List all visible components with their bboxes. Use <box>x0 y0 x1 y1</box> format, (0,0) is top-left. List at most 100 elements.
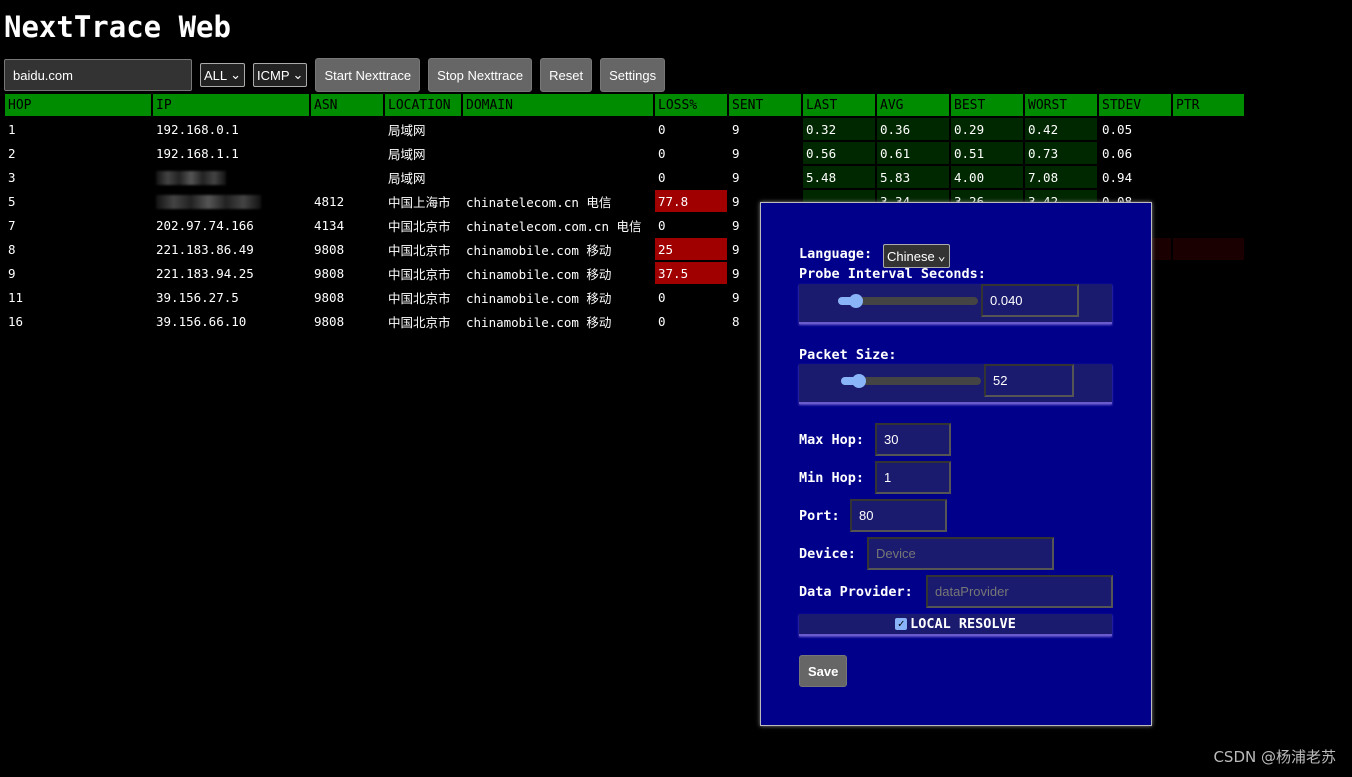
interval-slider-thumb[interactable] <box>849 294 864 308</box>
cell-domain <box>463 142 653 164</box>
column-header: DOMAIN <box>463 94 653 116</box>
cell-asn: 9808 <box>314 241 345 257</box>
ip-mode-value: ALL <box>204 67 228 83</box>
cell-last: 0.56 <box>803 142 875 164</box>
column-header: LOSS% <box>655 94 727 116</box>
cell-loc: 局域网 <box>388 170 426 186</box>
cell-ip: 192.168.0.1 <box>156 121 239 137</box>
cell-asn <box>311 118 383 140</box>
cell-ptr <box>1173 142 1244 164</box>
cell-hop: 1 <box>8 121 16 137</box>
cell-loc: 中国北京市 <box>388 218 451 234</box>
local-resolve-label: LOCAL RESOLVE <box>910 616 1016 632</box>
cell-last: 5.48 <box>803 166 875 188</box>
cell-loss: 0 <box>658 217 666 233</box>
protocol-value: ICMP <box>257 67 290 83</box>
cell-ptr <box>1173 190 1244 212</box>
cell-loss: 0 <box>658 145 666 161</box>
table-row: 1 192.168.0.1 局域网 0 9 0.32 0.36 0.29 0.42 0.05 <box>5 118 1244 140</box>
cell-loc: 中国北京市 <box>388 314 451 330</box>
device-input[interactable]: Device <box>867 537 1054 570</box>
cell-avg: 0.61 <box>877 142 949 164</box>
cell-avg: 0.36 <box>877 118 949 140</box>
packet-size-slider[interactable] <box>841 374 981 388</box>
cell-hop: 5 <box>8 193 16 209</box>
cell-asn: 9808 <box>314 313 345 329</box>
cell-stdev: 0.94 <box>1102 169 1133 185</box>
packet-size-input[interactable]: 52 <box>984 364 1074 397</box>
checkbox-checked-icon[interactable]: ✓ <box>895 618 908 630</box>
device-placeholder: Device <box>876 546 916 561</box>
cell-ip: 221.183.86.49 <box>156 241 254 257</box>
stop-button[interactable]: Stop Nexttrace <box>428 58 533 92</box>
column-header: IP <box>153 94 309 116</box>
cell-loss: 0 <box>658 169 666 185</box>
data-provider-placeholder: dataProvider <box>935 584 1009 599</box>
port-label: Port: <box>799 508 840 524</box>
column-header: LAST <box>803 94 875 116</box>
local-resolve-toggle[interactable]: ✓ LOCAL RESOLVE <box>799 614 1112 636</box>
protocol-select[interactable]: ICMP ⌄ <box>253 63 308 87</box>
cell-loc: 中国北京市 <box>388 242 451 258</box>
cell-ptr <box>1173 214 1244 236</box>
cell-loss: 77.8 <box>655 190 727 212</box>
redacted-ip <box>156 194 261 209</box>
cell-ip: 202.97.74.166 <box>156 217 254 233</box>
language-value: Chinese <box>887 248 935 264</box>
cell-ip: 39.156.66.10 <box>156 313 247 329</box>
cell-loss: 0 <box>658 313 666 329</box>
column-header: SENT <box>729 94 801 116</box>
min-hop-input[interactable]: 1 <box>875 461 951 494</box>
chevron-down-icon: ⌄ <box>230 67 242 82</box>
cell-loc: 中国北京市 <box>388 266 451 282</box>
cell-sent: 9 <box>732 145 740 161</box>
cell-hop: 3 <box>8 169 16 185</box>
packet-size-slider-thumb[interactable] <box>852 374 867 388</box>
save-button[interactable]: Save <box>799 655 848 687</box>
data-provider-input[interactable]: dataProvider <box>926 575 1113 608</box>
cell-best: 4.00 <box>951 166 1023 188</box>
cell-asn: 4812 <box>314 193 345 209</box>
cell-loss: 37.5 <box>655 262 727 284</box>
cell-worst: 7.08 <box>1025 166 1097 188</box>
cell-hop: 8 <box>8 241 16 257</box>
cell-ip <box>153 190 309 212</box>
settings-button[interactable]: Settings <box>600 58 666 92</box>
cell-domain: chinamobile.com 移动 <box>466 242 612 258</box>
cell-loc: 局域网 <box>388 122 426 138</box>
cell-avg: 5.83 <box>877 166 949 188</box>
cell-asn: 4134 <box>314 217 345 233</box>
column-header: HOP <box>5 94 151 116</box>
cell-stdev: 0.06 <box>1102 145 1133 161</box>
cell-hop: 9 <box>8 265 16 281</box>
column-header: AVG <box>877 94 949 116</box>
toolbar: ALL⌄ ICMP⌄ Start Nexttrace Stop Nexttrac… <box>4 58 666 92</box>
table-row: 3 局域网 0 9 5.48 5.83 4.00 7.08 0.94 <box>5 166 1244 188</box>
cell-domain: chinamobile.com 移动 <box>466 290 612 306</box>
min-hop-label: Min Hop: <box>799 470 865 486</box>
packet-size-label: Packet Size: <box>799 347 897 363</box>
host-input[interactable] <box>4 59 192 91</box>
cell-asn: 9808 <box>314 265 345 281</box>
interval-slider[interactable] <box>838 294 978 308</box>
table-row: 2 192.168.1.1 局域网 0 9 0.56 0.61 0.51 0.73 0.06 <box>5 142 1244 164</box>
interval-group: 0.040 <box>799 284 1112 324</box>
column-header: PTR <box>1173 94 1244 116</box>
max-hop-input[interactable]: 30 <box>875 423 951 456</box>
language-select[interactable]: Chinese ⌄ <box>883 244 950 268</box>
column-header: ASN <box>311 94 383 116</box>
language-label: Language: <box>799 246 873 262</box>
cell-domain: chinamobile.com 移动 <box>466 266 612 282</box>
ip-mode-select[interactable]: ALL ⌄ <box>200 63 246 87</box>
interval-input[interactable]: 0.040 <box>981 284 1079 317</box>
port-input[interactable]: 80 <box>850 499 947 532</box>
start-button[interactable]: Start Nexttrace <box>315 58 421 92</box>
cell-ptr <box>1173 262 1244 284</box>
cell-ip: 39.156.27.5 <box>156 289 239 305</box>
cell-domain: chinamobile.com 移动 <box>466 314 612 330</box>
reset-button[interactable]: Reset <box>540 58 593 92</box>
cell-best: 0.51 <box>951 142 1023 164</box>
cell-domain <box>463 166 653 188</box>
cell-hop: 7 <box>8 217 16 233</box>
watermark: CSDN @杨浦老苏 <box>1213 748 1336 766</box>
